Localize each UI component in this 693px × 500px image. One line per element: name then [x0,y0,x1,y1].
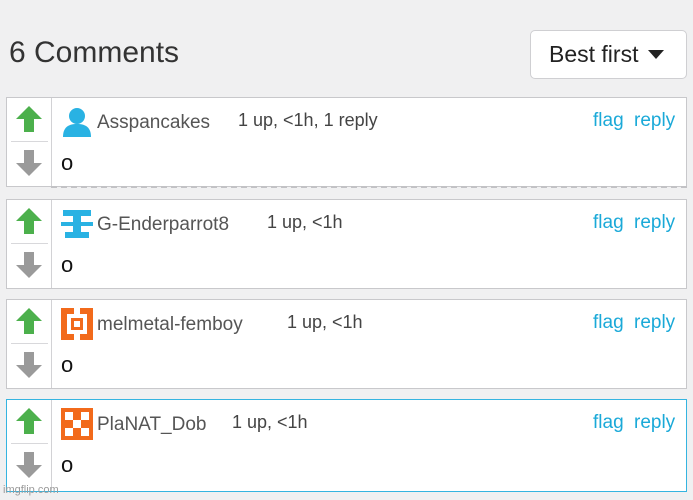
reply-link[interactable]: reply [634,212,675,234]
reply-link[interactable]: reply [634,412,675,434]
upvote-arrow-icon[interactable] [14,306,44,336]
comment-meta: 1 up, <1h [287,312,363,332]
username-link[interactable]: melmetal-femboy [97,314,243,336]
comment-item: PlaNAT_Dob 1 up, <1h flag reply o [6,399,687,492]
upvote-arrow-icon[interactable] [14,406,44,436]
vote-column [7,300,52,388]
username-link[interactable]: G-Enderparrot8 [97,214,229,236]
comment-item: melmetal-femboy 1 up, <1h flag reply o [6,299,687,389]
caret-down-icon [648,50,665,59]
person-icon[interactable] [61,106,93,138]
flag-link[interactable]: flag [593,110,624,132]
flag-link[interactable]: flag [593,212,624,234]
vote-column [7,98,52,186]
comment-body: o [61,452,74,477]
flag-link[interactable]: flag [593,312,624,334]
reply-thread-divider [51,186,687,188]
downvote-arrow-icon[interactable] [14,148,44,178]
comment-item: G-Enderparrot8 1 up, <1h flag reply o [6,199,687,289]
vote-divider [11,443,48,444]
imgflip-watermark: imgflip.com [3,484,59,496]
comment-body: o [61,352,74,377]
comments-header: 6 Comments Best first [0,0,693,92]
upvote-arrow-icon[interactable] [14,104,44,134]
username-link[interactable]: PlaNAT_Dob [97,414,206,436]
sort-dropdown[interactable]: Best first [530,30,687,79]
username-link[interactable]: Asspancakes [97,112,210,134]
downvote-arrow-icon[interactable] [14,350,44,380]
vote-column [7,400,52,491]
vote-divider [11,343,48,344]
comment-meta: 1 up, <1h, 1 reply [238,110,378,130]
sort-label: Best first [549,41,639,67]
reply-link[interactable]: reply [634,110,675,132]
identicon-blue-icon[interactable] [61,208,93,240]
comment-meta: 1 up, <1h [232,412,308,432]
comments-count-title: 6 Comments [9,36,180,69]
flag-link[interactable]: flag [593,412,624,434]
comment-item: Asspancakes 1 up, <1h, 1 reply flag repl… [6,97,687,187]
downvote-arrow-icon[interactable] [14,250,44,280]
vote-column [7,200,52,288]
vote-divider [11,141,48,142]
comment-meta: 1 up, <1h [267,212,343,232]
identicon-orange-x-icon[interactable] [61,408,93,440]
upvote-arrow-icon[interactable] [14,206,44,236]
vote-divider [11,243,48,244]
reply-link[interactable]: reply [634,312,675,334]
identicon-orange-icon[interactable] [61,308,93,340]
downvote-arrow-icon[interactable] [14,450,44,480]
comment-body: o [61,150,74,175]
comment-body: o [61,252,74,277]
